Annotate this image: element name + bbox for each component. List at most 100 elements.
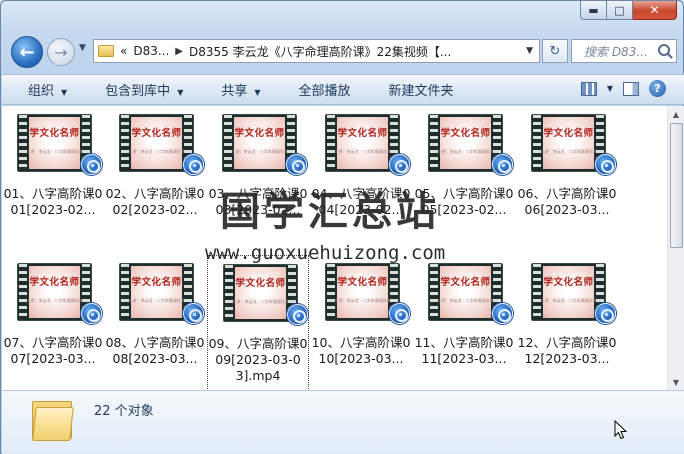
thumbnail-subtitle: 主讲：李云龙 · 八字命理高阶课 xyxy=(232,299,289,304)
media-player-icon xyxy=(183,154,204,175)
address-bar[interactable]: « D83... ▶ D8355 李云龙《八字命理高阶课》22集视频【... ▼ xyxy=(93,39,540,63)
filmstrip-left xyxy=(533,115,541,171)
thumbnail-frame: 学文化名师 主讲：李云龙 · 八字命理高阶课 xyxy=(26,117,83,169)
new-folder-label: 新建文件夹 xyxy=(388,84,454,99)
file-name: 09、八字高阶课009[2023-03-03].mp4 xyxy=(208,336,308,383)
thumbnail-title: 学文化名师 xyxy=(235,278,286,289)
scrollbar-thumb[interactable] xyxy=(670,123,683,248)
item-count: 22 个对象 xyxy=(94,404,154,419)
file-item[interactable]: 学文化名师主讲：李云龙 · 八字命理高阶课 07、八字高阶课007[2023-03… xyxy=(2,255,104,390)
play-all-button[interactable]: 全部播放 xyxy=(273,80,363,99)
scroll-up-icon[interactable]: ▲ xyxy=(668,106,684,122)
chevron-down-icon: ▼ xyxy=(79,43,86,53)
thumbnail-title: 学文化名师 xyxy=(131,128,182,139)
thumbnail-frame: 学文化名师主讲：李云龙 · 八字命理高阶课 xyxy=(232,267,289,319)
view-options-chevron-icon[interactable]: ▼ xyxy=(607,84,613,93)
media-player-icon xyxy=(389,154,410,175)
close-button[interactable]: ✕ xyxy=(633,1,677,20)
thumbnail-frame: 学文化名师 主讲：李云龙 · 八字命理高阶课 xyxy=(541,117,596,169)
search-input[interactable]: 搜索 D83... xyxy=(571,39,677,63)
thumbnail-frame: 学文化名师 主讲：李云龙 · 八字命理高阶课 xyxy=(541,266,596,318)
help-icon[interactable]: ? xyxy=(649,80,666,97)
file-item[interactable]: 学文化名师 主讲：李云龙 · 八字命理高阶课 10、八字高阶课010[2023-03… xyxy=(310,255,412,390)
thumbnail-frame: 学文化名师主讲：李云龙 · 八字命理高阶课 xyxy=(128,266,185,318)
file-name: 04、八字高阶课004[2023-02... xyxy=(311,186,411,217)
play-all-label: 全部播放 xyxy=(298,84,351,99)
thumbnail-title: 学文化名师 xyxy=(337,277,388,288)
thumbnail-subtitle: 主讲：李云龙 · 八字命理高阶课 xyxy=(437,149,494,154)
thumbnail-subtitle: 主讲：李云龙 · 八字命理高阶课 xyxy=(437,298,494,303)
filmstrip-left xyxy=(121,264,129,320)
back-button[interactable]: ← xyxy=(11,36,43,68)
file-name: 08、八字高阶课008[2023-03... xyxy=(105,335,205,366)
thumbnail-frame: 学文化名师主讲：李云龙 · 八字命理高阶课 xyxy=(437,266,494,318)
organize-menu[interactable]: 组织 ▼ xyxy=(2,80,79,99)
thumbnail-title: 学文化名师 xyxy=(543,277,594,288)
thumbnail-subtitle: 主讲：李云龙 · 八字命理高阶课 xyxy=(26,298,83,303)
filmstrip-left xyxy=(19,115,27,171)
scroll-down-icon[interactable]: ▼ xyxy=(668,374,684,390)
file-name: 01、八字高阶课001[2023-02... xyxy=(3,186,103,217)
address-dropdown-icon[interactable]: ▼ xyxy=(526,46,533,56)
thumbnail-title: 学文化名师 xyxy=(440,277,491,288)
thumbnail-title: 学文化名师 xyxy=(131,277,182,288)
back-arrow-icon: ← xyxy=(19,41,35,63)
media-player-icon xyxy=(81,303,102,324)
chevron-down-icon: ▼ xyxy=(177,88,184,97)
thumbnail-subtitle: 主讲：李云龙 · 八字命理高阶课 xyxy=(334,149,391,154)
media-player-icon xyxy=(287,304,308,325)
file-item[interactable]: 学文化名师 主讲：李云龙 · 八字命理高阶课 03、八字高阶课003[2023-02… xyxy=(207,106,309,256)
chevron-down-icon: ▼ xyxy=(61,88,68,97)
filmstrip-left xyxy=(533,264,541,320)
filmstrip-left xyxy=(224,115,232,171)
file-name: 07、八字高阶课007[2023-03... xyxy=(3,335,103,366)
file-item[interactable]: 学文化名师 主讲：李云龙 · 八字命理高阶课 11、八字高阶课011[2023-03… xyxy=(413,255,515,390)
file-list: ▲ ▼ 学文化名师 主讲：李云龙 · 八字命理高阶课 01、八字高阶课001[202… xyxy=(2,106,684,390)
breadcrumb-chevron-icon[interactable]: ▶ xyxy=(175,46,183,57)
file-item[interactable]: 学文化名师主讲：李云龙 · 八字命理高阶课 09、八字高阶课009[2023-03… xyxy=(207,255,309,390)
forward-button[interactable]: → xyxy=(47,38,75,66)
view-tools: ▼ ? xyxy=(580,80,666,97)
file-item[interactable]: 学文化名师 主讲：李云龙 · 八字命理高阶课 12、八字高阶课012[2023-03… xyxy=(516,255,618,390)
preview-pane-icon[interactable] xyxy=(623,81,639,96)
thumbnail-frame: 学文化名师 主讲：李云龙 · 八字命理高阶课 xyxy=(232,117,287,169)
thumbnail-subtitle: 主讲：李云龙 · 八字命理高阶课 xyxy=(26,149,83,154)
media-player-icon xyxy=(183,303,204,324)
recent-pages-dropdown[interactable]: ▼ xyxy=(79,43,86,53)
new-folder-button[interactable]: 新建文件夹 xyxy=(363,80,466,99)
vertical-scrollbar[interactable]: ▲ ▼ xyxy=(667,106,684,390)
maximize-button[interactable]: □ xyxy=(607,1,633,20)
thumbnail-title: 学文化名师 xyxy=(337,128,388,139)
file-item[interactable]: 学文化名师 主讲：李云龙 · 八字命理高阶课 01、八字高阶课001[2023-02… xyxy=(2,106,104,256)
include-in-library-label: 包含到库中 xyxy=(105,84,171,99)
media-player-icon xyxy=(595,154,616,175)
search-icon xyxy=(658,44,670,56)
organize-label: 组织 xyxy=(28,84,55,99)
filmstrip-left xyxy=(327,264,335,320)
breadcrumb-item-parent[interactable]: D83... xyxy=(133,44,169,58)
minimize-button[interactable]: ▬ xyxy=(580,1,607,20)
thumbnail-subtitle: 主讲：李云龙 · 八字命理高阶课 xyxy=(128,149,185,154)
file-name: 12、八字高阶课012[2023-03... xyxy=(517,335,617,366)
thumbnail-frame: 学文化名师 主讲：李云龙 · 八字命理高阶课 xyxy=(335,266,390,318)
include-in-library-menu[interactable]: 包含到库中 ▼ xyxy=(79,80,195,99)
change-view-icon[interactable] xyxy=(580,81,597,96)
folder-large-icon xyxy=(32,397,74,441)
breadcrumb-overflow[interactable]: « xyxy=(120,44,127,58)
breadcrumb-item-current[interactable]: D8355 李云龙《八字命理高阶课》22集视频【... xyxy=(189,43,451,60)
file-item[interactable]: 学文化名师主讲：李云龙 · 八字命理高阶课 04、八字高阶课004[2023-02… xyxy=(310,106,412,256)
folder-icon xyxy=(98,45,114,57)
filmstrip-left xyxy=(430,264,438,320)
share-menu[interactable]: 共享 ▼ xyxy=(195,80,272,99)
refresh-button[interactable]: ↻ xyxy=(542,39,568,63)
thumbnail-title: 学文化名师 xyxy=(440,128,491,139)
file-item[interactable]: 学文化名师 主讲：李云龙 · 八字命理高阶课 02、八字高阶课002[2023-02… xyxy=(104,106,206,256)
thumbnail-subtitle: 主讲：李云龙 · 八字命理高阶课 xyxy=(128,298,185,303)
thumbnail-title: 学文化名师 xyxy=(29,277,80,288)
file-item[interactable]: 学文化名师主讲：李云龙 · 八字命理高阶课 08、八字高阶课008[2023-03… xyxy=(104,255,206,390)
command-bar: 组织 ▼ 包含到库中 ▼ 共享 ▼ 全部播放 新建文件夹 ▼ ? xyxy=(2,74,684,105)
file-item[interactable]: 学文化名师 主讲：李云龙 · 八字命理高阶课 06、八字高阶课006[2023-03… xyxy=(516,106,618,256)
file-item[interactable]: 学文化名师主讲：李云龙 · 八字命理高阶课 05、八字高阶课005[2023-02… xyxy=(413,106,515,256)
file-name: 05、八字高阶课005[2023-02... xyxy=(414,186,514,217)
filmstrip-left xyxy=(225,265,233,321)
